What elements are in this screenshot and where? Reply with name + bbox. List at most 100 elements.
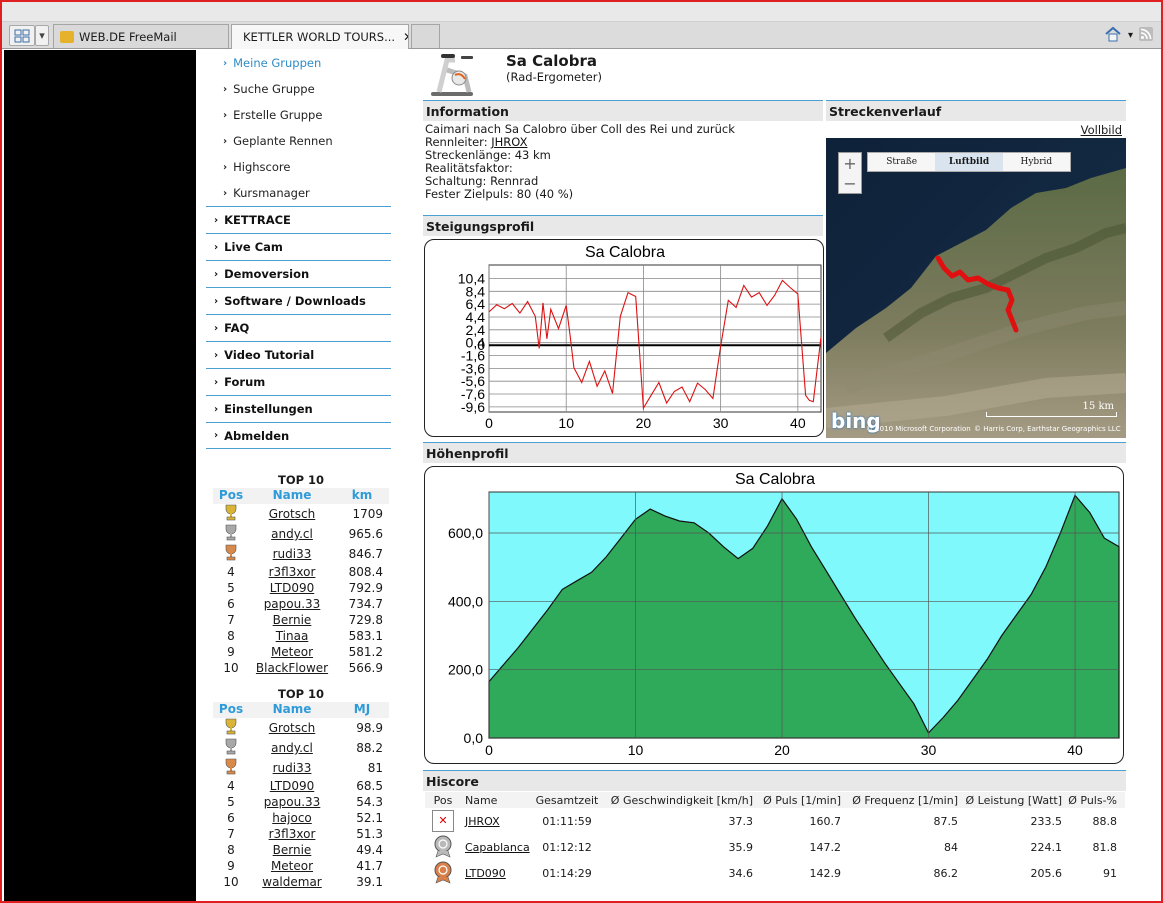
user-link[interactable]: papou.33 [249,795,335,809]
new-tab-button[interactable] [411,24,440,48]
user-link[interactable]: Bernie [249,843,335,857]
chevron-right-icon: › [223,83,228,95]
page-left-margin [4,50,196,901]
hiscore-time: 01:14:29 [542,866,592,880]
chevron-down-icon[interactable]: ▾ [1128,30,1133,41]
hiscore-user-link[interactable]: JHROX [465,815,500,828]
elevation-chart: Sa Calobra 0 10 20 30 40 0,0 200,0 400,0 600,0 [424,466,1124,764]
rss-feed-icon[interactable] [1139,27,1153,44]
user-link[interactable]: rudi33 [249,761,335,775]
score-value: 51.3 [356,827,383,841]
home-icon[interactable] [1104,26,1122,45]
zoom-out-icon[interactable]: − [843,174,856,193]
gold-trophy-icon [213,718,249,739]
hiscore-puls: 142.9 [809,866,842,880]
nav-item-demoversion[interactable]: › Demoversion [206,260,391,287]
top10-row: 5 papou.33 54.3 [213,794,389,810]
hiscore-puls-prozent: 81.8 [1092,840,1118,854]
chevron-right-icon: › [223,109,228,121]
tab-webde[interactable]: WEB.DE FreeMail [53,24,229,48]
chevron-right-icon: › [223,135,228,147]
quick-tabs-button[interactable] [9,25,35,46]
user-link[interactable]: Bernie [249,613,335,627]
chevron-right-icon: › [223,161,228,173]
nav-item-kettrace[interactable]: › KETTRACE [206,206,391,233]
map-copyright-ms: © 2010 Microsoft Corporation [866,425,971,433]
top10-row: 8 Tinaa 583.1 [213,628,389,644]
hiscore-leistung: 224.1 [1030,840,1063,854]
nav-item-live-cam[interactable]: › Live Cam [206,233,391,260]
nav-item-suche-gruppe[interactable]: › Suche Gruppe [206,76,391,102]
user-link[interactable]: LTD090 [249,581,335,595]
user-link[interactable]: rudi33 [249,547,335,561]
map-type-luftbild[interactable]: Luftbild [935,153,1003,171]
user-link[interactable]: Grotsch [249,721,335,735]
hiscore-user-link[interactable]: Capablanca [465,841,530,854]
rank-position: 6 [227,811,235,825]
bronze-trophy-icon [213,758,249,779]
vollbild-link[interactable]: Vollbild [1081,123,1122,137]
steigungsprofil-heading: Steigungsprofil [423,215,823,236]
user-link[interactable]: BlackFlower [249,661,335,675]
rank-position: 10 [223,661,239,675]
x-tick-label: 10 [628,742,644,758]
tab-list-dropdown[interactable]: ▾ [35,25,49,46]
chevron-right-icon: › [214,241,219,253]
nav-item-einstellungen[interactable]: › Einstellungen [206,395,391,422]
rank-position: 7 [227,613,235,627]
x-tick-label: 30 [921,742,937,758]
tab-kettler[interactable]: KETTLER WORLD TOURS... ✕ [231,24,409,49]
user-link[interactable]: LTD090 [249,779,335,793]
nav-item-geplante-rennen[interactable]: › Geplante Rennen [206,128,391,154]
nav-item-faq[interactable]: › FAQ [206,314,391,341]
user-link[interactable]: Tinaa [249,629,335,643]
bronze-trophy-icon [213,544,249,565]
top10-row: Grotsch 1709 [213,504,389,524]
nav-item-highscore[interactable]: › Highscore [206,154,391,180]
user-link[interactable]: r3fl3xor [249,565,335,579]
zoom-in-icon[interactable]: + [843,154,856,173]
top10-row: 6 papou.33 734.7 [213,596,389,612]
user-link[interactable]: waldemar [249,875,335,889]
x-tick-label: 20 [636,415,652,431]
chevron-right-icon: › [214,430,219,441]
page-subtitle: (Rad-Ergometer) [506,70,602,84]
map-scale-label: 15 km [1082,401,1114,412]
nav-item-software-downloads[interactable]: › Software / Downloads [206,287,391,314]
top10-header: Pos Name MJ [213,702,389,718]
score-value: 68.5 [356,779,383,793]
nav-item-abmelden[interactable]: › Abmelden [206,422,391,449]
nav-item-video-tutorial[interactable]: › Video Tutorial [206,341,391,368]
nav-item-erstelle-gruppe[interactable]: › Erstelle Gruppe [206,102,391,128]
user-link[interactable]: andy.cl [249,741,335,755]
score-value: 965.6 [348,527,383,541]
score-value: 41.7 [356,859,383,873]
nav-item-kursmanager[interactable]: › Kursmanager [206,180,391,206]
user-link[interactable]: hajoco [249,811,335,825]
user-link[interactable]: andy.cl [249,527,335,541]
user-link[interactable]: papou.33 [249,597,335,611]
y-tick-label: -9,6 [461,399,485,415]
route-map[interactable]: + − Straße Luftbild Hybrid bing © 2010 M… [826,138,1126,438]
map-type-hybrid[interactable]: Hybrid [1003,153,1070,171]
y-tick-label: 0,0 [464,730,484,746]
user-link[interactable]: Grotsch [249,507,335,521]
user-link[interactable]: r3fl3xor [249,827,335,841]
user-link[interactable]: Meteor [249,645,335,659]
rennleiter-link[interactable]: JHROX [491,135,527,149]
nav-item-forum[interactable]: › Forum [206,368,391,395]
chevron-right-icon: › [214,295,219,307]
map-type-strasse[interactable]: Straße [868,153,935,171]
close-icon[interactable]: ✕ [403,30,408,44]
hiscore-user-link[interactable]: LTD090 [465,867,506,880]
hiscore-puls: 147.2 [809,840,842,854]
top10-row: rudi33 81 [213,758,389,778]
hiscore-position [425,834,461,861]
rank-position: 9 [227,859,235,873]
chevron-down-icon: ▾ [39,29,45,42]
hiscore-leistung: 205.6 [1030,866,1063,880]
user-link[interactable]: Meteor [249,859,335,873]
nav-item-meine-gruppen[interactable]: › Meine Gruppen [206,50,391,76]
top10-row: andy.cl 88.2 [213,738,389,758]
top10-row: andy.cl 965.6 [213,524,389,544]
